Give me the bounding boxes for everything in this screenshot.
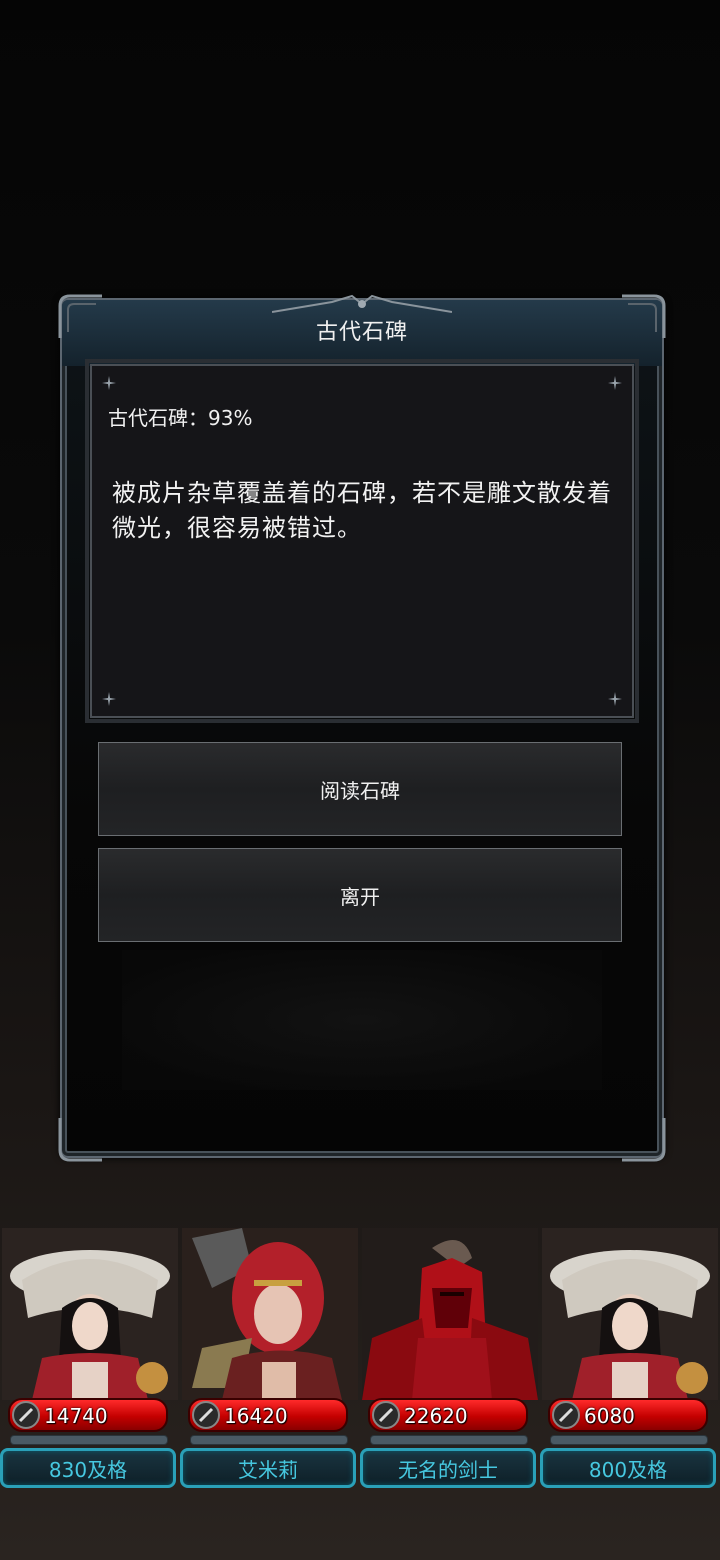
sparkle-icon <box>608 692 622 706</box>
energy-bar <box>370 1435 528 1445</box>
energy-bar <box>190 1435 348 1445</box>
exploration-progress: 古代石碑：93% <box>108 406 253 430</box>
sword-badge-icon <box>12 1401 40 1429</box>
member-name-plate: 艾米莉 <box>180 1448 356 1488</box>
event-dialog: 古代石碑 古代石碑：93% 被成片杂草覆盖着的石碑，若不是雕文散发着微光，很容易… <box>58 294 666 1162</box>
portrait-red-haired-axe-warrior <box>182 1228 358 1400</box>
party-member-card[interactable]: 16420 艾米莉 <box>180 1228 358 1490</box>
sword-badge-icon <box>372 1401 400 1429</box>
sparkle-icon <box>102 692 116 706</box>
sword-badge-icon <box>192 1401 220 1429</box>
hp-bar: 6080 <box>548 1398 708 1432</box>
portrait-white-hat-swordswoman <box>542 1228 718 1400</box>
member-name-plate: 无名的剑士 <box>360 1448 536 1488</box>
sparkle-icon <box>608 376 622 390</box>
corner-ornament-icon <box>622 294 666 338</box>
member-name-plate: 800及格 <box>540 1448 716 1488</box>
corner-ornament-icon <box>58 1118 102 1162</box>
portrait-white-hat-swordswoman <box>2 1228 178 1400</box>
sword-badge-icon <box>552 1401 580 1429</box>
party-bar: 14740 830及格 16420 艾米莉 22620 无名的剑士 6080 8… <box>0 1228 720 1498</box>
leave-button[interactable]: 离开 <box>98 848 622 942</box>
energy-bar <box>550 1435 708 1445</box>
hp-value: 14740 <box>44 1404 108 1428</box>
hp-bar: 14740 <box>8 1398 168 1432</box>
party-member-card[interactable]: 14740 830及格 <box>0 1228 178 1490</box>
hp-bar: 22620 <box>368 1398 528 1432</box>
hp-value: 16420 <box>224 1404 288 1428</box>
member-name-plate: 830及格 <box>0 1448 176 1488</box>
dialog-header: 古代石碑 <box>62 294 662 366</box>
sparkle-icon <box>102 376 116 390</box>
read-stele-button[interactable]: 阅读石碑 <box>98 742 622 836</box>
event-description: 被成片杂草覆盖着的石碑，若不是雕文散发着微光，很容易被错过。 <box>112 479 612 542</box>
hp-value: 6080 <box>584 1404 635 1428</box>
portrait-red-armored-knight <box>362 1228 538 1400</box>
dialog-title: 古代石碑 <box>315 320 408 345</box>
party-member-card[interactable]: 22620 无名的剑士 <box>360 1228 538 1490</box>
corner-ornament-icon <box>58 294 102 338</box>
dialog-background-texture <box>122 950 602 1090</box>
ornament-crest-icon <box>272 294 452 313</box>
hp-value: 22620 <box>404 1404 468 1428</box>
energy-bar <box>10 1435 168 1445</box>
party-member-card[interactable]: 6080 800及格 <box>540 1228 718 1490</box>
hp-bar: 16420 <box>188 1398 348 1432</box>
description-panel: 古代石碑：93% 被成片杂草覆盖着的石碑，若不是雕文散发着微光，很容易被错过。 <box>85 359 639 723</box>
corner-ornament-icon <box>622 1118 666 1162</box>
